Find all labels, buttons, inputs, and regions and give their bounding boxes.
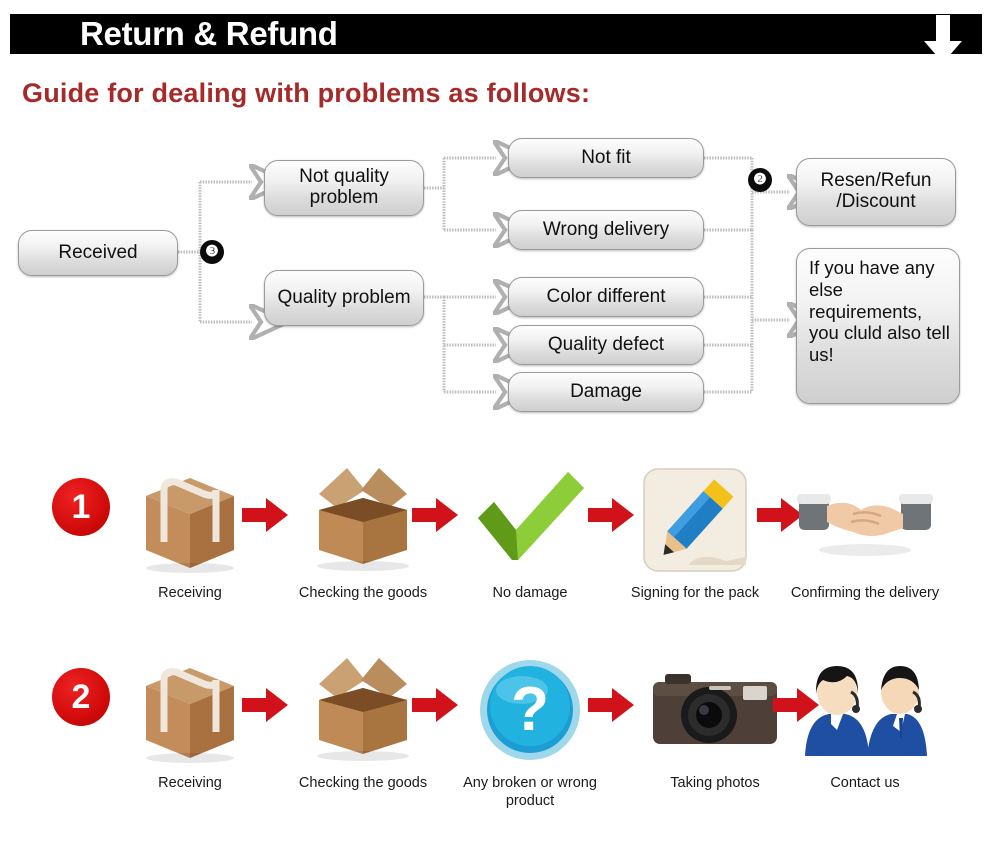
handshake-icon bbox=[790, 460, 940, 580]
arrow-right-icon bbox=[412, 688, 458, 722]
step-item-confirming-delivery: Confirming the delivery bbox=[790, 460, 940, 602]
step-label: Checking the goods bbox=[298, 775, 428, 791]
step-number-badge-1: 1 bbox=[52, 478, 110, 536]
step-label: Any broken or wrong product bbox=[463, 775, 597, 810]
pencil-sign-icon bbox=[620, 460, 770, 580]
step-item-signing: Signing for the pack bbox=[620, 460, 770, 602]
flow-box-not-fit[interactable]: Not fit bbox=[508, 138, 704, 178]
flow-box-extra-requirements[interactable]: If you have any else requirements, you c… bbox=[796, 248, 960, 404]
green-check-icon bbox=[455, 460, 605, 580]
arrow-right-icon bbox=[242, 498, 288, 532]
flow-box-quality-problem[interactable]: Quality problem bbox=[264, 270, 424, 326]
problem-flowchart: Received ❸ Not quality problem Quality p… bbox=[0, 130, 1000, 430]
flow-box-resend-refund-discount[interactable]: Resen/Refun /Discount bbox=[796, 158, 956, 226]
step-label: Confirming the delivery bbox=[790, 585, 940, 601]
arrow-down-icon bbox=[924, 15, 962, 63]
flow-box-quality-defect[interactable]: Quality defect bbox=[508, 325, 704, 365]
step-number-badge-2: 2 bbox=[52, 668, 110, 726]
step-item-no-damage: No damage bbox=[455, 460, 605, 602]
arrow-right-icon bbox=[588, 688, 634, 722]
page-title: Return & Refund bbox=[80, 15, 338, 52]
steps-row-1: 1 Receiving Checking the goods No damage… bbox=[0, 450, 1000, 640]
step-label: Checking the goods bbox=[298, 585, 428, 601]
badge-3: ❸ bbox=[200, 240, 224, 264]
arrow-right-icon bbox=[412, 498, 458, 532]
camera-icon bbox=[640, 650, 790, 770]
flow-box-received[interactable]: Received bbox=[18, 230, 178, 276]
arrow-right-icon bbox=[242, 688, 288, 722]
flow-box-not-quality-problem[interactable]: Not quality problem bbox=[264, 160, 424, 216]
step-item-any-broken: ? Any broken or wrong product bbox=[455, 650, 605, 810]
flow-box-wrong-delivery[interactable]: Wrong delivery bbox=[508, 210, 704, 250]
step-label: Receiving bbox=[158, 775, 222, 791]
question-mark-icon: ? bbox=[455, 650, 605, 770]
step-item-taking-photos: Taking photos bbox=[640, 650, 790, 792]
step-label: Contact us bbox=[830, 775, 900, 791]
badge-2: ❷ bbox=[748, 168, 772, 192]
step-label: Signing for the pack bbox=[630, 585, 760, 601]
step-item-contact-us: Contact us bbox=[790, 650, 940, 792]
flow-box-damage[interactable]: Damage bbox=[508, 372, 704, 412]
svg-text:?: ? bbox=[511, 675, 549, 744]
step-label: Receiving bbox=[158, 585, 222, 601]
steps-row-2: 2 Receiving Checking the goods ? Any bro… bbox=[0, 640, 1000, 830]
guide-heading: Guide for dealing with problems as follo… bbox=[22, 78, 591, 108]
support-agents-icon bbox=[790, 650, 940, 770]
flow-box-color-different[interactable]: Color different bbox=[508, 277, 704, 317]
step-label: Taking photos bbox=[670, 775, 760, 791]
step-label: No damage bbox=[492, 585, 568, 601]
